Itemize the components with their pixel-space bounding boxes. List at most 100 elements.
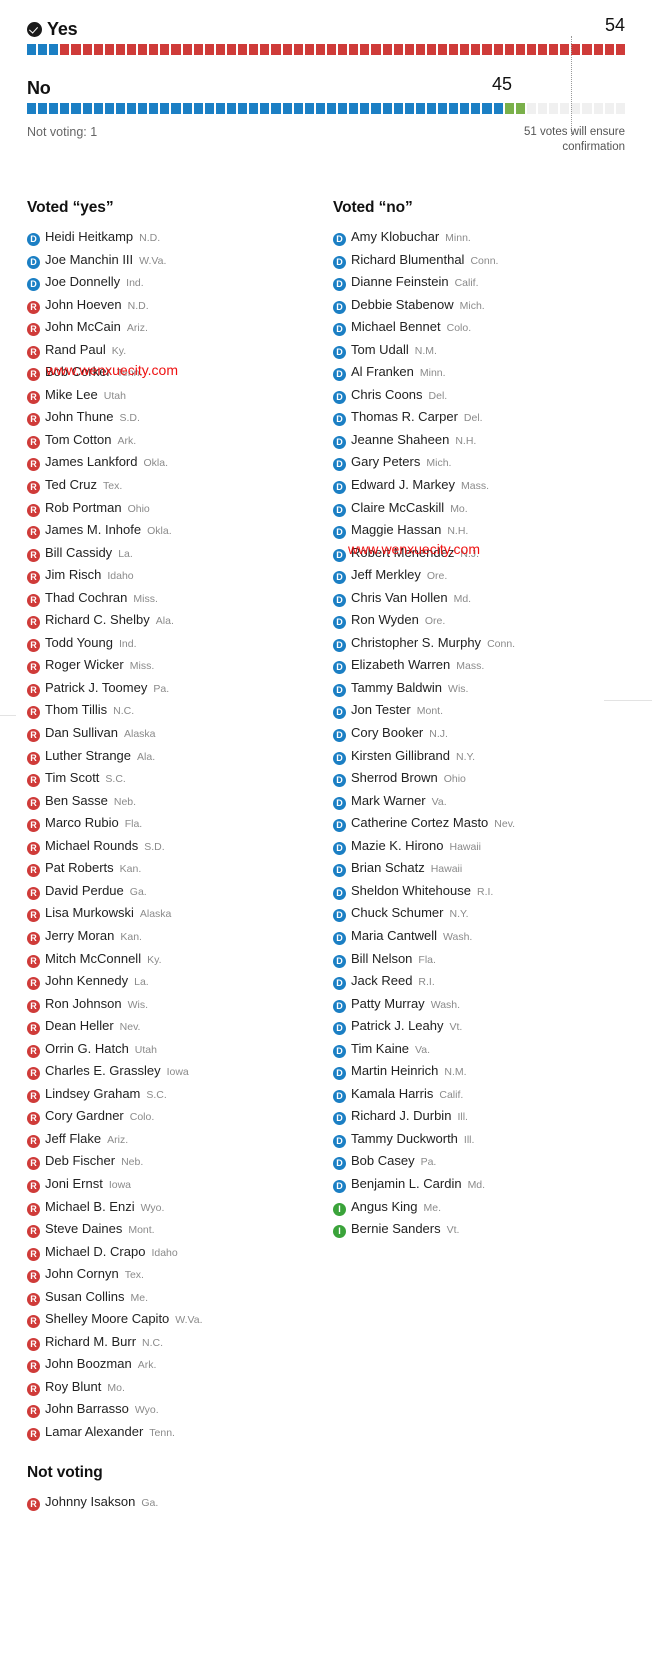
list-item[interactable]: R Mike Lee Utah [27, 384, 316, 407]
list-item[interactable]: R Ben Sasse Neb. [27, 790, 316, 813]
list-item[interactable]: D Sherrod Brown Ohio [333, 767, 615, 790]
list-item[interactable]: I Angus King Me. [333, 1196, 615, 1219]
list-item[interactable]: R Bob Corker Tenn. [27, 361, 316, 384]
list-item[interactable]: R Tim Scott S.C. [27, 767, 316, 790]
list-item[interactable]: D Kamala Harris Calif. [333, 1083, 615, 1106]
list-item[interactable]: D Richard J. Durbin Ill. [333, 1105, 615, 1128]
list-item[interactable]: I Bernie Sanders Vt. [333, 1218, 615, 1241]
list-item[interactable]: D Joe Donnelly Ind. [27, 271, 316, 294]
list-item[interactable]: R John Boozman Ark. [27, 1353, 316, 1376]
list-item[interactable]: R John Thune S.D. [27, 406, 316, 429]
list-item[interactable]: R James Lankford Okla. [27, 451, 316, 474]
list-item[interactable]: D Richard Blumenthal Conn. [333, 249, 615, 272]
list-item[interactable]: D Jon Tester Mont. [333, 699, 615, 722]
list-item[interactable]: R Joni Ernst Iowa [27, 1173, 316, 1196]
list-item[interactable]: D Chris Van Hollen Md. [333, 587, 615, 610]
list-item[interactable]: D Sheldon Whitehouse R.I. [333, 880, 615, 903]
list-item[interactable]: R Steve Daines Mont. [27, 1218, 316, 1241]
list-item[interactable]: R Susan Collins Me. [27, 1286, 316, 1309]
list-item[interactable]: R Lamar Alexander Tenn. [27, 1421, 316, 1444]
list-item[interactable]: D Debbie Stabenow Mich. [333, 294, 615, 317]
list-item[interactable]: D Elizabeth Warren Mass. [333, 654, 615, 677]
list-item[interactable]: R Michael Rounds S.D. [27, 835, 316, 858]
list-item[interactable]: R Jeff Flake Ariz. [27, 1128, 316, 1151]
list-item[interactable]: R Ron Johnson Wis. [27, 993, 316, 1016]
list-item[interactable]: R Thad Cochran Miss. [27, 587, 316, 610]
list-item[interactable]: R John Kennedy La. [27, 970, 316, 993]
list-item[interactable]: R Orrin G. Hatch Utah [27, 1038, 316, 1061]
list-item[interactable]: R Pat Roberts Kan. [27, 857, 316, 880]
list-item[interactable]: R Tom Cotton Ark. [27, 429, 316, 452]
list-item[interactable]: D Martin Heinrich N.M. [333, 1060, 615, 1083]
list-item[interactable]: D Chris Coons Del. [333, 384, 615, 407]
list-item[interactable]: D Catherine Cortez Masto Nev. [333, 812, 615, 835]
list-item[interactable]: R Patrick J. Toomey Pa. [27, 677, 316, 700]
list-item[interactable]: D Patrick J. Leahy Vt. [333, 1015, 615, 1038]
list-item[interactable]: D Tom Udall N.M. [333, 339, 615, 362]
list-item[interactable]: D Mark Warner Va. [333, 790, 615, 813]
list-item[interactable]: D Jack Reed R.I. [333, 970, 615, 993]
list-item[interactable]: D Benjamin L. Cardin Md. [333, 1173, 615, 1196]
list-item[interactable]: R Thom Tillis N.C. [27, 699, 316, 722]
list-item[interactable]: R Luther Strange Ala. [27, 745, 316, 768]
list-item[interactable]: R David Perdue Ga. [27, 880, 316, 903]
list-item[interactable]: R Ted Cruz Tex. [27, 474, 316, 497]
list-item[interactable]: D Joe Manchin III W.Va. [27, 249, 316, 272]
list-item[interactable]: R Charles E. Grassley Iowa [27, 1060, 316, 1083]
list-item[interactable]: R Deb Fischer Neb. [27, 1150, 316, 1173]
list-item[interactable]: R Dan Sullivan Alaska [27, 722, 316, 745]
list-item[interactable]: D Chuck Schumer N.Y. [333, 902, 615, 925]
list-item[interactable]: D Ron Wyden Ore. [333, 609, 615, 632]
list-item[interactable]: R John Barrasso Wyo. [27, 1398, 316, 1421]
list-item[interactable]: D Jeanne Shaheen N.H. [333, 429, 615, 452]
list-item[interactable]: D Amy Klobuchar Minn. [333, 226, 615, 249]
list-item[interactable]: D Christopher S. Murphy Conn. [333, 632, 615, 655]
list-item[interactable]: R Richard C. Shelby Ala. [27, 609, 316, 632]
list-item[interactable]: D Gary Peters Mich. [333, 451, 615, 474]
list-item[interactable]: R John Hoeven N.D. [27, 294, 316, 317]
list-item[interactable]: D Bill Nelson Fla. [333, 948, 615, 971]
list-item[interactable]: R Johnny Isakson Ga. [27, 1491, 316, 1514]
list-item[interactable]: R Todd Young Ind. [27, 632, 316, 655]
list-item[interactable]: R Rob Portman Ohio [27, 497, 316, 520]
list-item[interactable]: R Cory Gardner Colo. [27, 1105, 316, 1128]
list-item[interactable]: D Maggie Hassan N.H. [333, 519, 615, 542]
list-item[interactable]: R Michael B. Enzi Wyo. [27, 1196, 316, 1219]
list-item[interactable]: D Bob Casey Pa. [333, 1150, 615, 1173]
list-item[interactable]: R Lisa Murkowski Alaska [27, 902, 316, 925]
list-item[interactable]: D Dianne Feinstein Calif. [333, 271, 615, 294]
list-item[interactable]: D Edward J. Markey Mass. [333, 474, 615, 497]
list-item[interactable]: D Brian Schatz Hawaii [333, 857, 615, 880]
list-item[interactable]: D Thomas R. Carper Del. [333, 406, 615, 429]
list-item[interactable]: D Robert Menendez N.J. [333, 542, 615, 565]
list-item[interactable]: R Rand Paul Ky. [27, 339, 316, 362]
list-item[interactable]: D Michael Bennet Colo. [333, 316, 615, 339]
list-item[interactable]: R Roger Wicker Miss. [27, 654, 316, 677]
list-item[interactable]: R Michael D. Crapo Idaho [27, 1241, 316, 1264]
list-item[interactable]: R Roy Blunt Mo. [27, 1376, 316, 1399]
list-item[interactable]: D Claire McCaskill Mo. [333, 497, 615, 520]
list-item[interactable]: D Al Franken Minn. [333, 361, 615, 384]
list-item[interactable]: R Shelley Moore Capito W.Va. [27, 1308, 316, 1331]
list-item[interactable]: R John Cornyn Tex. [27, 1263, 316, 1286]
list-item[interactable]: D Heidi Heitkamp N.D. [27, 226, 316, 249]
list-item[interactable]: D Tammy Duckworth Ill. [333, 1128, 615, 1151]
list-item[interactable]: R James M. Inhofe Okla. [27, 519, 316, 542]
list-item[interactable]: D Tammy Baldwin Wis. [333, 677, 615, 700]
list-item[interactable]: R Dean Heller Nev. [27, 1015, 316, 1038]
list-item[interactable]: R Bill Cassidy La. [27, 542, 316, 565]
list-item[interactable]: R Marco Rubio Fla. [27, 812, 316, 835]
list-item[interactable]: D Patty Murray Wash. [333, 993, 615, 1016]
list-item[interactable]: D Tim Kaine Va. [333, 1038, 615, 1061]
list-item[interactable]: R Lindsey Graham S.C. [27, 1083, 316, 1106]
list-item[interactable]: D Jeff Merkley Ore. [333, 564, 615, 587]
list-item[interactable]: R Mitch McConnell Ky. [27, 948, 316, 971]
list-item[interactable]: D Maria Cantwell Wash. [333, 925, 615, 948]
list-item[interactable]: D Mazie K. Hirono Hawaii [333, 835, 615, 858]
list-item[interactable]: R Jim Risch Idaho [27, 564, 316, 587]
list-item[interactable]: R Richard M. Burr N.C. [27, 1331, 316, 1354]
list-item[interactable]: R John McCain Ariz. [27, 316, 316, 339]
list-item[interactable]: D Cory Booker N.J. [333, 722, 615, 745]
list-item[interactable]: D Kirsten Gillibrand N.Y. [333, 745, 615, 768]
list-item[interactable]: R Jerry Moran Kan. [27, 925, 316, 948]
